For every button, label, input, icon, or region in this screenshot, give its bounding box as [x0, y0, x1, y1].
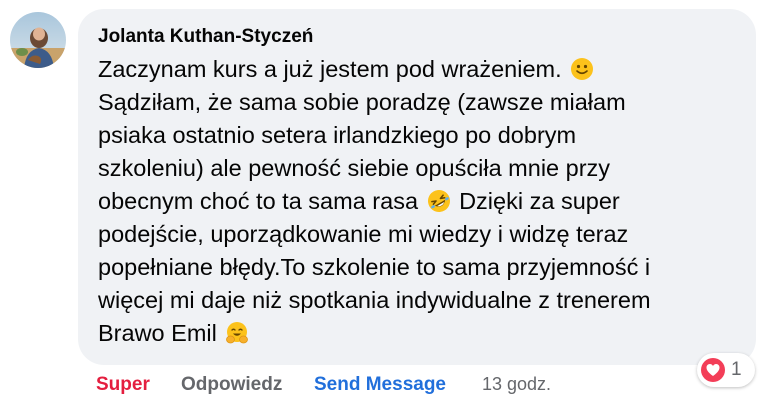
comment-root: Jolanta Kuthan-Styczeń Zaczynam kurs a j… — [0, 0, 770, 406]
comment-line-text: Dzięki za super — [459, 188, 620, 214]
send-message-button[interactable]: Send Message — [314, 374, 446, 396]
avatar[interactable] — [10, 12, 66, 68]
comment-line-text: podejście, uporządkowanie mi wiedzy i wi… — [98, 221, 629, 247]
comment-line: Zaczynam kurs a już jestem pod wrażeniem… — [98, 53, 748, 86]
comment-line: Brawo Emil — [98, 317, 748, 350]
comment-line: więcej mi daje niż spotkania indywidualn… — [98, 284, 748, 317]
comment-text: Zaczynam kurs a już jestem pod wrażeniem… — [98, 53, 748, 350]
comment-line-text: szkoleniu) ale pewność siebie opuściła m… — [98, 155, 611, 181]
comment-bubble: Jolanta Kuthan-Styczeń Zaczynam kurs a j… — [78, 9, 756, 365]
comment-line: obecnym choć to ta sama rasa Dzięki za s… — [98, 185, 748, 218]
comment-line: psiaka ostatnio setera irlandzkiego po d… — [98, 119, 748, 152]
heart-icon — [700, 357, 726, 383]
reply-button[interactable]: Odpowiedz — [181, 374, 282, 396]
reaction-summary[interactable]: 1 — [697, 353, 755, 387]
reaction-count: 1 — [731, 359, 742, 380]
comment-line: Sądziłam, że sama sobie poradzę (zawsze … — [98, 86, 748, 119]
comment-line: popełniane błędy.To szkolenie to sama pr… — [98, 251, 748, 284]
avatar-image — [10, 12, 66, 68]
comment-line: szkoleniu) ale pewność siebie opuściła m… — [98, 152, 748, 185]
like-button[interactable]: Super — [96, 374, 150, 396]
comment-line-text: Zaczynam kurs a już jestem pod wrażeniem… — [98, 56, 562, 82]
comment-line-text: Brawo Emil — [98, 320, 217, 346]
rolling-on-floor-laughing-icon — [427, 189, 451, 213]
comment-author[interactable]: Jolanta Kuthan-Styczeń — [98, 26, 313, 48]
comment-line-text: więcej mi daje niż spotkania indywidualn… — [98, 287, 651, 313]
comment-line-text: obecnym choć to ta sama rasa — [98, 188, 419, 214]
comment-line-text: popełniane błędy.To szkolenie to sama pr… — [98, 254, 651, 280]
smiling-face-open-hands-icon — [225, 321, 249, 345]
slightly-smiling-face-icon — [570, 57, 594, 81]
comment-line-text: Sądziłam, że sama sobie poradzę (zawsze … — [98, 89, 626, 115]
comment-line-text: psiaka ostatnio setera irlandzkiego po d… — [98, 122, 577, 148]
comment-line: podejście, uporządkowanie mi wiedzy i wi… — [98, 218, 748, 251]
comment-timestamp[interactable]: 13 godz. — [482, 374, 551, 395]
